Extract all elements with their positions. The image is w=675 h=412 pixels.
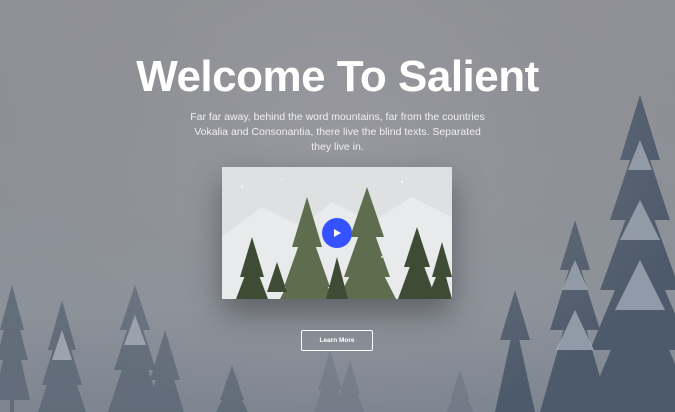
hero-subtitle: Far far away, behind the word mountains,… xyxy=(190,111,485,153)
play-button[interactable] xyxy=(322,218,352,248)
play-icon xyxy=(334,229,341,237)
hero-section: Welcome To Salient Far far away, behind … xyxy=(0,0,675,412)
video-thumbnail[interactable] xyxy=(222,167,452,299)
learn-more-button[interactable]: Learn More xyxy=(301,330,373,351)
page-title: Welcome To Salient xyxy=(136,52,539,101)
